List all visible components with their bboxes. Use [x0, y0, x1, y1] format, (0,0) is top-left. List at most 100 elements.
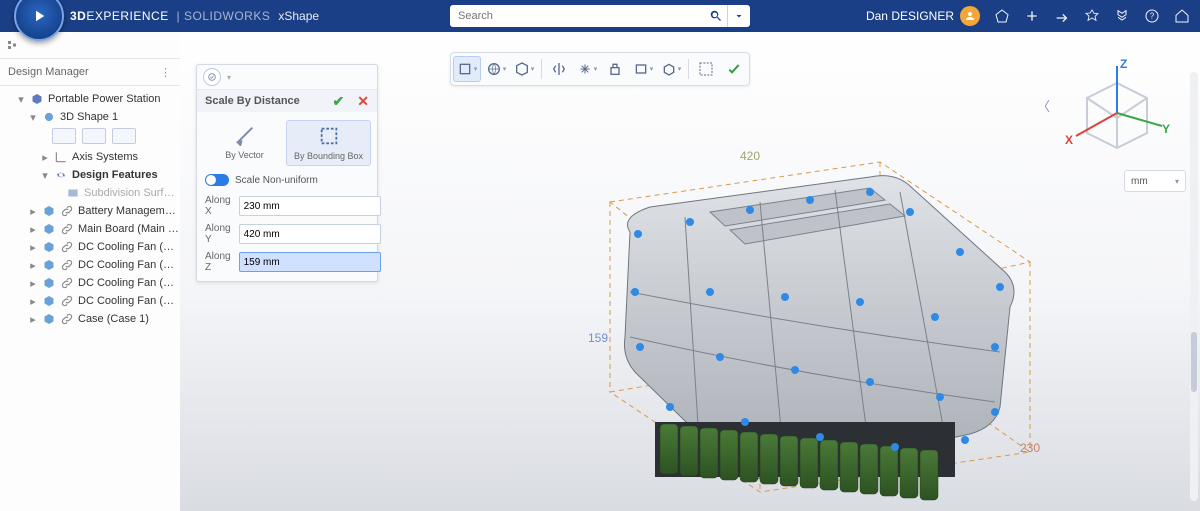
part-icon	[42, 294, 56, 308]
gear-icon	[54, 168, 68, 182]
topbar-right-cluster: Dan DESIGNER ?	[866, 6, 1200, 26]
panel-menu-icon[interactable]: ⋮	[160, 66, 172, 79]
along-z-row: Along Z	[197, 248, 377, 281]
part-icon	[42, 240, 56, 254]
tree-node-shape[interactable]: ▾ 3D Shape 1	[4, 108, 180, 126]
chevron-down-icon[interactable]: ▾	[227, 73, 231, 82]
dim-y-label: 420	[740, 149, 760, 163]
expand-icon[interactable]: ▸	[28, 313, 38, 326]
svg-text:?: ?	[1150, 12, 1155, 21]
tool-transform[interactable]: ▾	[574, 57, 600, 81]
scrollbar[interactable]	[1190, 72, 1198, 501]
toolbar-separator	[688, 59, 689, 79]
link-icon	[60, 258, 74, 272]
along-x-input[interactable]	[239, 196, 381, 216]
axis-z-label: Z	[1120, 58, 1127, 71]
shape-icon	[42, 110, 56, 124]
tree-node-component[interactable]: ▸Main Board (Main Board - FFF 1)	[4, 220, 180, 238]
panel-icon-row: ▾	[197, 65, 377, 90]
along-z-input[interactable]	[239, 252, 381, 272]
tree-node-component[interactable]: ▸DC Cooling Fan (DC Cooling F...	[4, 274, 180, 292]
search-input[interactable]	[450, 10, 705, 22]
add-icon[interactable]	[1024, 8, 1040, 24]
mode-by-vector[interactable]: By Vector	[203, 120, 286, 166]
part-icon	[42, 276, 56, 290]
tree-root[interactable]: ▾ Portable Power Station	[4, 90, 180, 108]
along-x-row: Along X	[197, 192, 377, 220]
cancel-button[interactable]: ✕	[357, 93, 369, 109]
tool-select-box[interactable]: ▾	[453, 56, 481, 82]
surface-icon	[66, 186, 80, 200]
along-y-input[interactable]	[239, 224, 381, 244]
orientation-triad[interactable]: Z Y X	[1062, 58, 1172, 168]
chevron-down-icon	[733, 10, 745, 22]
tree-node-component[interactable]: ▸Battery Management System (...	[4, 202, 180, 220]
scale-non-uniform-toggle[interactable]	[205, 174, 229, 186]
scale-by-distance-panel: ▾ Scale By Distance ✔ ✕ By Vector By Bou…	[196, 64, 378, 282]
model-render: 420 159 230	[440, 122, 1060, 502]
expand-icon[interactable]: ▾	[16, 93, 26, 106]
tool-extrude[interactable]	[602, 57, 628, 81]
tool-mirror[interactable]	[546, 57, 572, 81]
collaborate-icon[interactable]	[1084, 8, 1100, 24]
brand-label: 3DEXPERIENCE | SOLIDWORKS	[70, 9, 274, 23]
link-icon	[60, 312, 74, 326]
tree-node-component[interactable]: ▸DC Cooling Fan (DC Cooling F...	[4, 292, 180, 310]
tree-node-design-features[interactable]: ▾ Design Features	[4, 166, 180, 184]
search-submit-button[interactable]	[705, 5, 727, 27]
scrollbar-thumb[interactable]	[1191, 332, 1197, 392]
expand-icon[interactable]: ▾	[40, 169, 50, 182]
unit-value: mm	[1131, 176, 1148, 187]
expand-icon[interactable]: ▸	[28, 241, 38, 254]
along-x-label: Along X	[205, 195, 231, 217]
app-top-bar: 3DEXPERIENCE | SOLIDWORKS xShape Dan DES…	[0, 0, 1200, 32]
unit-selector[interactable]: mm ▾	[1124, 170, 1186, 192]
tool-globe[interactable]: ▾	[483, 57, 509, 81]
view-chip[interactable]	[52, 128, 76, 144]
tool-measure[interactable]	[693, 57, 719, 81]
user-menu[interactable]: Dan DESIGNER	[866, 6, 980, 26]
part-icon	[42, 222, 56, 236]
home-icon[interactable]	[1174, 8, 1190, 24]
tool-sheet[interactable]: ▾	[630, 57, 656, 81]
panel-icon	[203, 68, 221, 86]
expand-icon[interactable]: ▸	[28, 295, 38, 308]
view-chip[interactable]	[82, 128, 106, 144]
history-icon[interactable]	[1114, 8, 1130, 24]
expand-icon[interactable]: ▾	[28, 111, 38, 124]
non-uniform-row: Scale Non-uniform	[197, 170, 377, 192]
share-icon[interactable]	[1054, 8, 1070, 24]
tool-apply[interactable]	[721, 57, 747, 81]
tree-node-component[interactable]: ▸DC Cooling Fan (DC Cooling F...	[4, 256, 180, 274]
confirm-button[interactable]: ✔	[332, 93, 344, 109]
toolbar-separator	[541, 59, 542, 79]
expand-icon[interactable]: ▸	[28, 277, 38, 290]
tree-node-subdiv[interactable]: Subdivision Surface.1	[4, 184, 180, 202]
play-icon	[30, 7, 48, 25]
tree-node-axis[interactable]: ▸ Axis Systems	[4, 148, 180, 166]
tool-box[interactable]: ▾	[658, 57, 684, 81]
dim-z-label: 159	[588, 331, 608, 345]
mode-selector: By Vector By Bounding Box	[197, 112, 377, 170]
vector-icon	[234, 124, 256, 146]
viewport-nav-left[interactable]: 〈	[1037, 96, 1050, 115]
bounding-box-icon	[318, 125, 340, 147]
search-options-button[interactable]	[727, 5, 750, 27]
panel-title: Scale By Distance	[205, 95, 300, 107]
expand-icon[interactable]: ▸	[28, 223, 38, 236]
search-container	[450, 5, 750, 27]
view-chip[interactable]	[112, 128, 136, 144]
design-tree: ▾ Portable Power Station ▾ 3D Shape 1 ▸ …	[0, 86, 180, 336]
tool-cube-view[interactable]: ▾	[511, 57, 537, 81]
tree-node-component[interactable]: ▸DC Cooling Fan (DC Cooling F...	[4, 238, 180, 256]
avatar	[960, 6, 980, 26]
notifications-icon[interactable]	[994, 8, 1010, 24]
tree-tab-icon	[6, 39, 18, 51]
expand-icon[interactable]: ▸	[40, 151, 50, 164]
expand-icon[interactable]: ▸	[28, 205, 38, 218]
axis-icon	[54, 150, 68, 164]
expand-icon[interactable]: ▸	[28, 259, 38, 272]
help-icon[interactable]: ?	[1144, 8, 1160, 24]
mode-by-bounding-box[interactable]: By Bounding Box	[286, 120, 371, 166]
tree-node-component[interactable]: ▸Case (Case 1)	[4, 310, 180, 328]
